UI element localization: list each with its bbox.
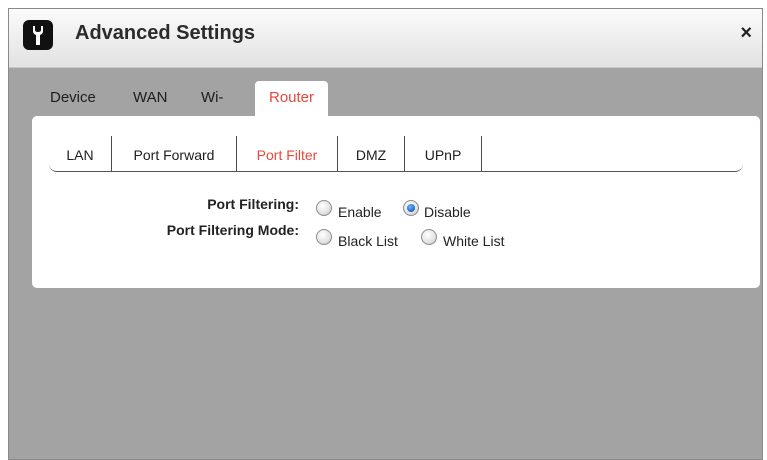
router-panel: LAN Port Forward Port Filter DMZ UPnP Po…	[32, 116, 760, 288]
tab-router[interactable]: Router	[255, 81, 329, 117]
black-list-label[interactable]: Black List	[338, 233, 398, 249]
router-subtabs: LAN Port Forward Port Filter DMZ UPnP	[49, 136, 743, 172]
subtab-divider	[481, 136, 482, 171]
port-filtering-label: Port Filtering:	[207, 196, 299, 212]
port-filtering-enable-label[interactable]: Enable	[338, 204, 382, 220]
subtab-port-filter[interactable]: Port Filter	[237, 136, 337, 171]
port-filtering-mode-row: Port Filtering Mode:	[32, 222, 299, 242]
wrench-icon	[23, 20, 53, 50]
black-list-radio[interactable]	[316, 229, 332, 245]
close-icon[interactable]: ×	[740, 23, 752, 43]
port-filtering-disable-radio[interactable]	[403, 200, 419, 216]
subtab-port-forward[interactable]: Port Forward	[112, 136, 236, 171]
advanced-settings-dialog: Advanced Settings × Device WAN Wi-Fi Rou…	[8, 8, 763, 460]
title-bar: Advanced Settings ×	[9, 9, 762, 68]
port-filtering-enable-radio[interactable]	[316, 200, 332, 216]
tab-wi-fi[interactable]: Wi-Fi	[201, 81, 224, 140]
dialog-title: Advanced Settings	[75, 22, 256, 44]
tab-device[interactable]: Device	[50, 81, 96, 117]
port-filtering-mode-label: Port Filtering Mode:	[166, 222, 299, 238]
port-filtering-disable-label[interactable]: Disable	[424, 204, 471, 220]
subtab-upnp[interactable]: UPnP	[405, 136, 481, 171]
subtab-lan[interactable]: LAN	[49, 136, 111, 171]
port-filtering-row: Port Filtering:	[32, 196, 299, 216]
tab-wan[interactable]: WAN	[133, 81, 167, 117]
subtab-dmz[interactable]: DMZ	[338, 136, 404, 171]
white-list-radio[interactable]	[421, 229, 437, 245]
white-list-label[interactable]: White List	[443, 233, 504, 249]
